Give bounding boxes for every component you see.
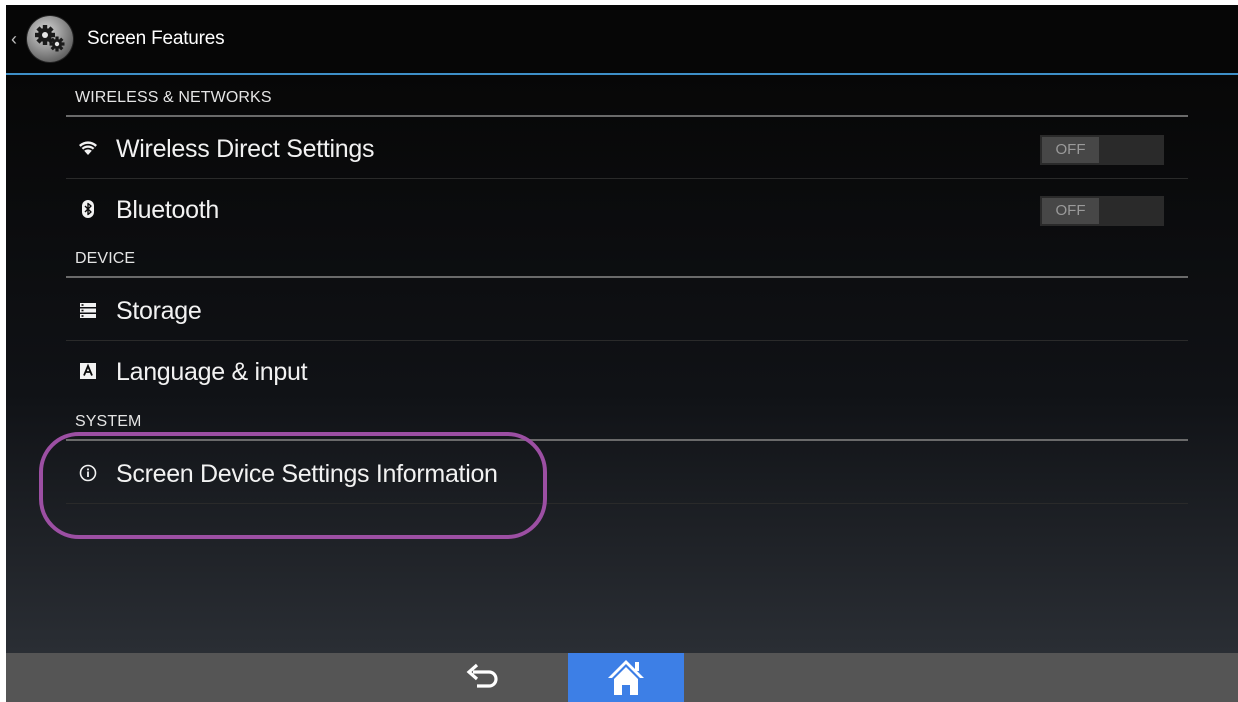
home-icon bbox=[608, 660, 644, 695]
storage-icon bbox=[78, 300, 98, 320]
home-button[interactable] bbox=[568, 653, 684, 702]
page-title: Screen Features bbox=[87, 28, 225, 49]
section-header-wireless: WIRELESS & NETWORKS bbox=[75, 89, 272, 106]
list-item-device-info[interactable]: Screen Device Settings Information bbox=[66, 443, 1188, 503]
toggle-state-label: OFF bbox=[1042, 137, 1099, 163]
list-item-label: Storage bbox=[116, 297, 202, 325]
bluetooth-toggle[interactable]: OFF bbox=[1040, 196, 1164, 226]
back-arrow-icon bbox=[466, 663, 498, 688]
settings-list: WIRELESS & NETWORKS Wireless Direct Sett… bbox=[6, 75, 1238, 653]
section-divider bbox=[66, 439, 1188, 441]
action-bar: ‹ Screen Features bbox=[6, 5, 1238, 75]
back-button[interactable] bbox=[451, 653, 513, 702]
wireless-direct-toggle[interactable]: OFF bbox=[1040, 135, 1164, 165]
navigation-bar bbox=[6, 653, 1238, 702]
info-icon bbox=[78, 463, 98, 483]
list-item-language-input[interactable]: Language & input bbox=[66, 341, 1188, 401]
section-divider bbox=[66, 115, 1188, 117]
screen-frame: ‹ Screen Features WIRELESS & NETWORKS Wi… bbox=[6, 5, 1238, 702]
list-item-label: Screen Device Settings Information bbox=[116, 460, 498, 488]
gears-icon[interactable] bbox=[27, 16, 73, 62]
chevron-left-icon[interactable]: ‹ bbox=[11, 29, 17, 49]
section-header-device: DEVICE bbox=[75, 250, 136, 267]
list-item-storage[interactable]: Storage bbox=[66, 280, 1188, 340]
section-divider bbox=[66, 276, 1188, 278]
section-header-system: SYSTEM bbox=[75, 413, 142, 430]
bluetooth-icon bbox=[78, 199, 98, 219]
row-divider bbox=[66, 503, 1188, 504]
toggle-state-label: OFF bbox=[1042, 198, 1099, 224]
wifi-icon bbox=[78, 138, 98, 158]
language-icon bbox=[78, 361, 98, 381]
list-item-label: Wireless Direct Settings bbox=[116, 135, 375, 163]
list-item-bluetooth[interactable]: Bluetooth OFF bbox=[66, 179, 1188, 239]
list-item-label: Language & input bbox=[116, 358, 308, 386]
list-item-label: Bluetooth bbox=[116, 196, 219, 224]
list-item-wireless-direct[interactable]: Wireless Direct Settings OFF bbox=[66, 118, 1188, 178]
